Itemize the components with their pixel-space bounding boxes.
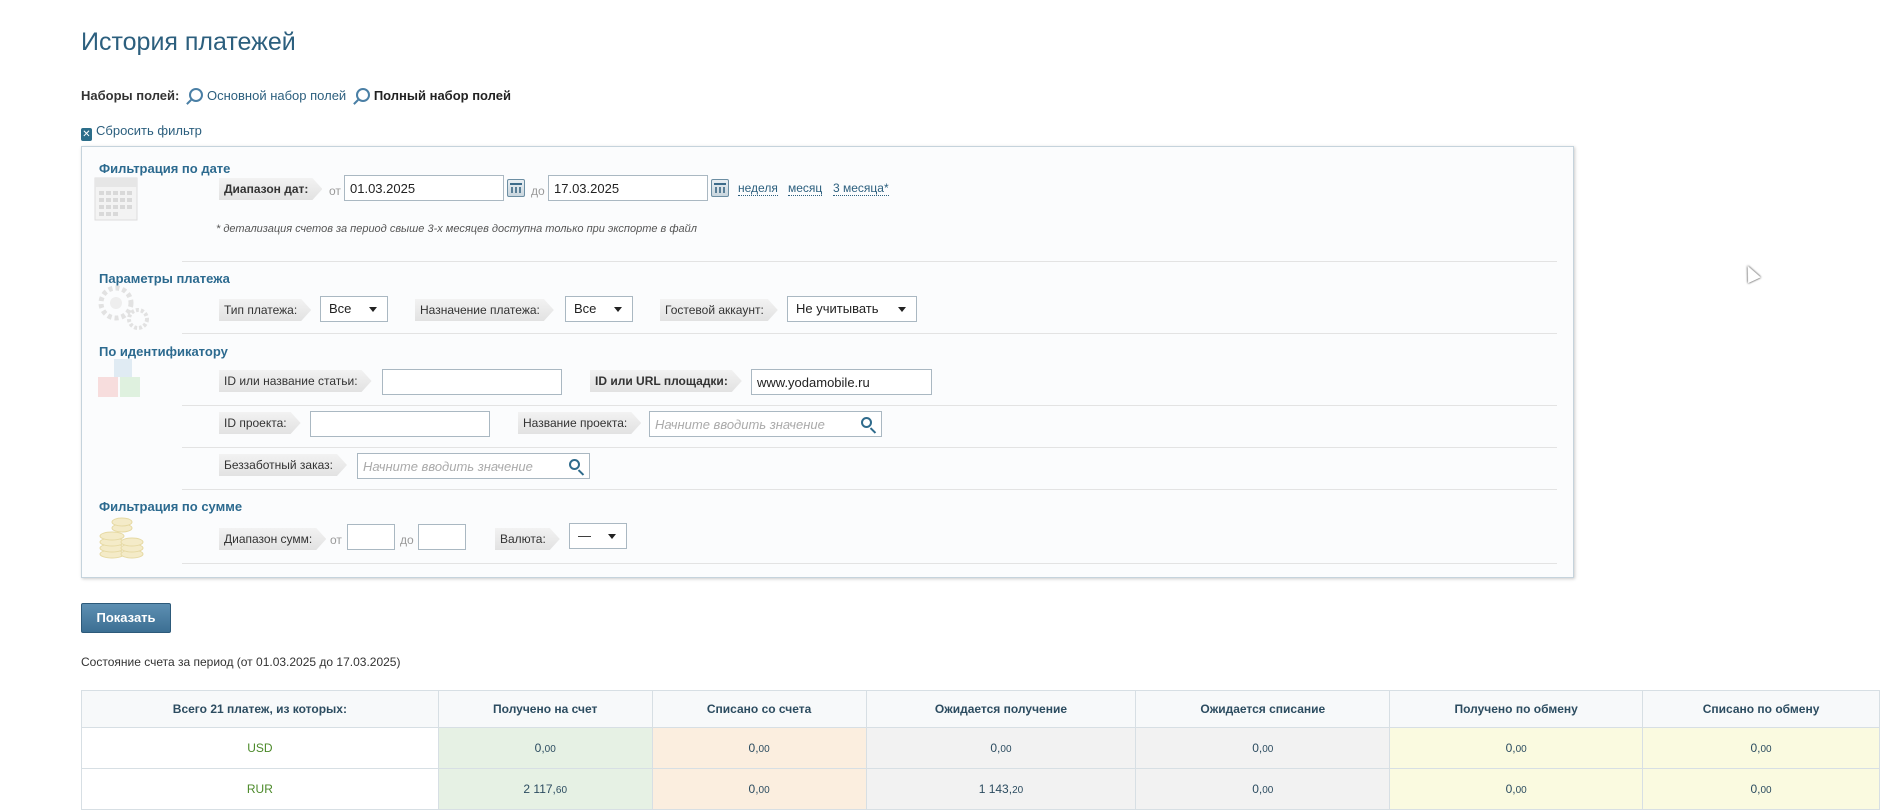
site-url-label: ID или URL площадки: [590,370,742,392]
column-header: Списано по обмену [1642,690,1880,728]
search-icon[interactable] [861,417,872,428]
date-filter-title: Фильтрация по дате [99,161,231,176]
amount-cell: 0,00 [1135,768,1391,810]
project-id-input[interactable] [310,411,490,437]
fieldsets-bar: Наборы полей: Основной набор полей Полны… [81,88,511,103]
sum-to-label: до [400,533,414,547]
calendar-from-icon[interactable] [507,179,525,197]
table-header-row: Всего 21 платеж, из которых: Получено на… [81,690,1880,728]
guest-account-dropdown[interactable]: Не учитывать [787,296,917,322]
project-name-label: Название проекта: [518,412,641,434]
currency-cell: USD [81,727,439,769]
amount-cell: 2 117,60 [437,768,653,810]
gears-icon [98,285,149,330]
guest-account-label: Гостевой аккаунт: [660,299,778,321]
page-title: История платежей [81,28,296,56]
payment-type-dropdown[interactable]: Все [320,296,388,322]
order-input[interactable] [357,453,590,479]
chevron-down-icon [898,307,906,312]
chevron-down-icon [614,307,622,312]
currency-label: Валюта: [495,528,560,550]
calendar-to-icon[interactable] [711,179,729,197]
amount-cell: 0,00 [1642,768,1880,810]
fieldset-basic-label: Основной набор полей [206,88,347,103]
amount-cell: 0,00 [1135,727,1391,769]
amount-cell: 1 143,20 [865,768,1137,810]
order-label: Беззаботный заказ: [219,454,347,476]
currency-value: — [578,528,591,543]
fieldsets-label: Наборы полей: [81,88,180,103]
divider [182,261,1557,262]
payment-purpose-label: Назначение платежа: [415,299,554,321]
quick-week-link[interactable]: неделя [738,181,778,196]
divider [182,563,1557,564]
date-range-label: Диапазон дат: [219,178,322,200]
currency-dropdown[interactable]: — [569,523,627,549]
column-header: Всего 21 платеж, из которых: [81,690,439,728]
fieldset-full-label: Полный набор полей [373,88,511,103]
payment-purpose-value: Все [574,301,597,316]
payment-type-label: Тип платежа: [219,299,311,321]
show-button[interactable]: Показать [81,603,171,633]
filter-panel: Фильтрация по дате Диапазон дат: от до н… [81,146,1574,578]
column-header: Получено по обмену [1389,690,1644,728]
date-to-input[interactable] [548,175,708,201]
sum-to-input[interactable] [418,524,466,550]
column-header: Ожидается получение [865,690,1137,728]
summary-table: Всего 21 платеж, из которых: Получено на… [81,690,1880,810]
amount-cell: 0,00 [651,727,867,769]
fieldset-basic-link[interactable]: Основной набор полей [188,88,347,103]
divider [182,333,1557,334]
divider [182,405,1557,406]
guest-account-value: Не учитывать [796,301,879,316]
reset-filter-link[interactable]: ✕ Сбросить фильтр [81,123,202,141]
divider [182,447,1557,448]
amount-cell: 0,00 [651,768,867,810]
payment-purpose-dropdown[interactable]: Все [565,296,633,322]
period-text: Состояние счета за период (от 01.03.2025… [81,655,401,669]
chevron-down-icon [608,534,616,539]
amount-cell: 0,00 [865,727,1137,769]
sum-range-label: Диапазон сумм: [219,528,326,550]
project-name-input[interactable] [649,411,882,437]
site-url-input[interactable] [751,369,932,395]
column-header: Получено на счет [437,690,653,728]
mouse-cursor-icon [1741,262,1761,284]
payment-type-value: Все [329,301,352,316]
column-header: Ожидается списание [1135,690,1391,728]
table-row: RUR 2 117,60 0,00 1 143,20 0,00 0,00 0,0… [81,768,1880,810]
amount-cell: 0,00 [437,727,653,769]
amount-cell: 0,00 [1389,768,1644,810]
table-row: USD 0,00 0,00 0,00 0,00 0,00 0,00 [81,727,1880,769]
article-id-input[interactable] [382,369,562,395]
date-from-input[interactable] [344,175,504,201]
date-note: * детализация счетов за период свыше 3-х… [216,223,697,235]
search-icon[interactable] [569,459,580,470]
project-id-label: ID проекта: [219,412,301,434]
calendar-icon [94,177,138,221]
fieldset-full-link[interactable]: Полный набор полей [355,88,511,103]
sum-from-input[interactable] [347,524,395,550]
currency-cell: RUR [81,768,439,810]
quick-month-link[interactable]: месяц [788,181,823,196]
article-id-label: ID или название статьи: [219,370,372,392]
amount-cell: 0,00 [1642,727,1880,769]
chevron-down-icon [369,307,377,312]
reset-filter-label: Сбросить фильтр [96,123,202,138]
coins-icon [99,517,144,559]
amount-cell: 0,00 [1389,727,1644,769]
magnifier-icon [188,88,203,102]
date-from-label: от [329,184,341,198]
reset-filter-icon: ✕ [81,128,92,141]
magnifier-icon [355,88,370,102]
date-to-label: до [531,184,545,198]
cubes-icon [98,359,140,397]
divider [182,489,1557,490]
sum-from-label: от [330,533,342,547]
column-header: Списано со счета [651,690,867,728]
quick-3months-link[interactable]: 3 месяца* [833,181,889,196]
